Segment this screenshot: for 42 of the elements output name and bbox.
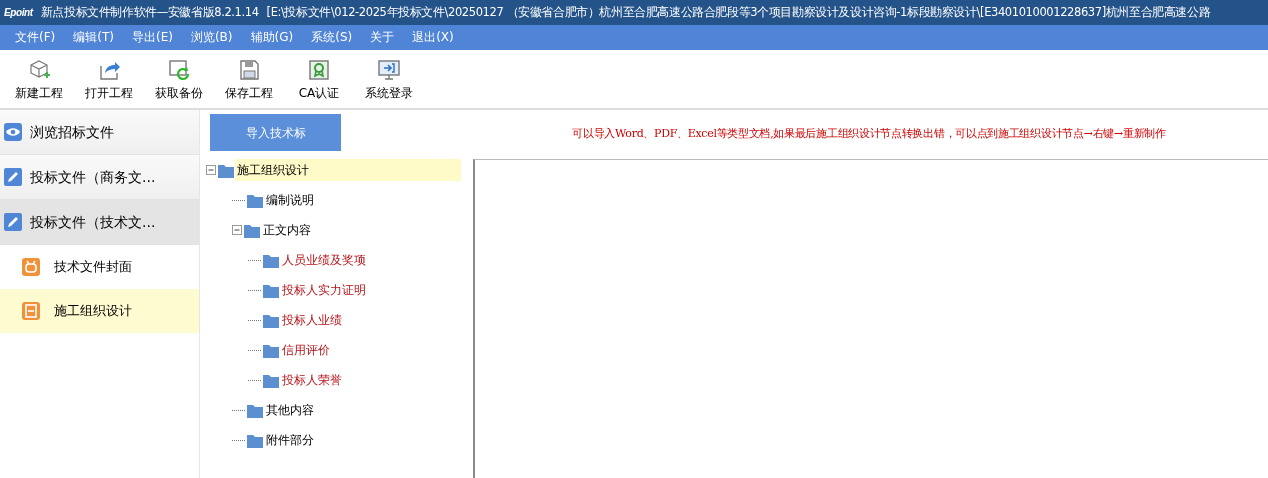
- monitor-login-icon: [377, 58, 401, 82]
- toolbar-button[interactable]: 打开工程: [74, 50, 144, 108]
- toolbar-button[interactable]: 获取备份: [144, 50, 214, 108]
- cover-page-icon: [22, 258, 40, 276]
- toolbar-button[interactable]: 系统登录: [354, 50, 424, 108]
- certificate-icon: [307, 58, 331, 82]
- refresh-screen-icon: [167, 58, 191, 82]
- file-path: [E:\投标文件\012-2025年投标文件\20250127 （安徽省合肥市）杭州至合肥高速公路合肥段等3个项目勘察设计及设计咨询-1标段勘察设计\[E3401010001228637]杭州至合肥高速公路: [266, 3, 1211, 21]
- menu-item[interactable]: 浏览(B): [181, 25, 242, 50]
- collapse-icon[interactable]: [232, 224, 243, 236]
- hint-text: 可以导入Word、PDF、Excel等类型文档,如果最后施工组织设计节点转换出错，可以点到施工组织设计节点→右键→重新制作: [571, 126, 1167, 143]
- logo-text: Epoint: [4, 6, 33, 20]
- menu-item[interactable]: 关于: [361, 25, 404, 50]
- pencil-icon: [4, 213, 22, 231]
- tree-node[interactable]: 正文内容: [261, 219, 313, 241]
- tree-node[interactable]: 投标人实力证明: [280, 279, 368, 301]
- tree-node[interactable]: 编制说明: [264, 189, 316, 211]
- tree-node[interactable]: 信用评价: [280, 339, 332, 361]
- menu-item[interactable]: 辅助(G): [241, 25, 303, 50]
- tree-node[interactable]: 施工组织设计: [235, 159, 461, 181]
- pencil-icon: [4, 168, 22, 186]
- menu-item[interactable]: 导出(E): [122, 25, 182, 50]
- tree-node[interactable]: 其他内容: [264, 399, 316, 421]
- toolbar-button[interactable]: 保存工程: [214, 50, 284, 108]
- window-title: 新点投标文件制作软件—安徽省版8.2.1.14: [40, 3, 259, 21]
- sidebar-item[interactable]: 浏览招标文件: [0, 110, 199, 155]
- tree-node[interactable]: 投标人荣誉: [280, 369, 344, 391]
- eye-icon: [4, 123, 22, 141]
- sidebar-item[interactable]: 投标文件（商务文...: [0, 155, 199, 200]
- menu-item[interactable]: 文件(F): [6, 25, 65, 50]
- tree-node[interactable]: 投标人业绩: [280, 309, 344, 331]
- menu-item[interactable]: 编辑(T): [64, 25, 123, 50]
- menu-item[interactable]: 系统(S): [302, 25, 362, 50]
- sidebar-item[interactable]: 投标文件（技术文...: [0, 200, 199, 245]
- sidebar-subitem[interactable]: 施工组织设计: [0, 289, 199, 333]
- tree-node[interactable]: 附件部分: [264, 429, 316, 451]
- menu-item[interactable]: 退出(X): [403, 25, 463, 50]
- collapse-icon[interactable]: [206, 164, 217, 176]
- tree-node[interactable]: 人员业绩及奖项: [280, 249, 368, 271]
- toolbar-button[interactable]: CA认证: [284, 50, 354, 108]
- document-icon: [22, 302, 40, 320]
- toolbar-button[interactable]: 新建工程: [4, 50, 74, 108]
